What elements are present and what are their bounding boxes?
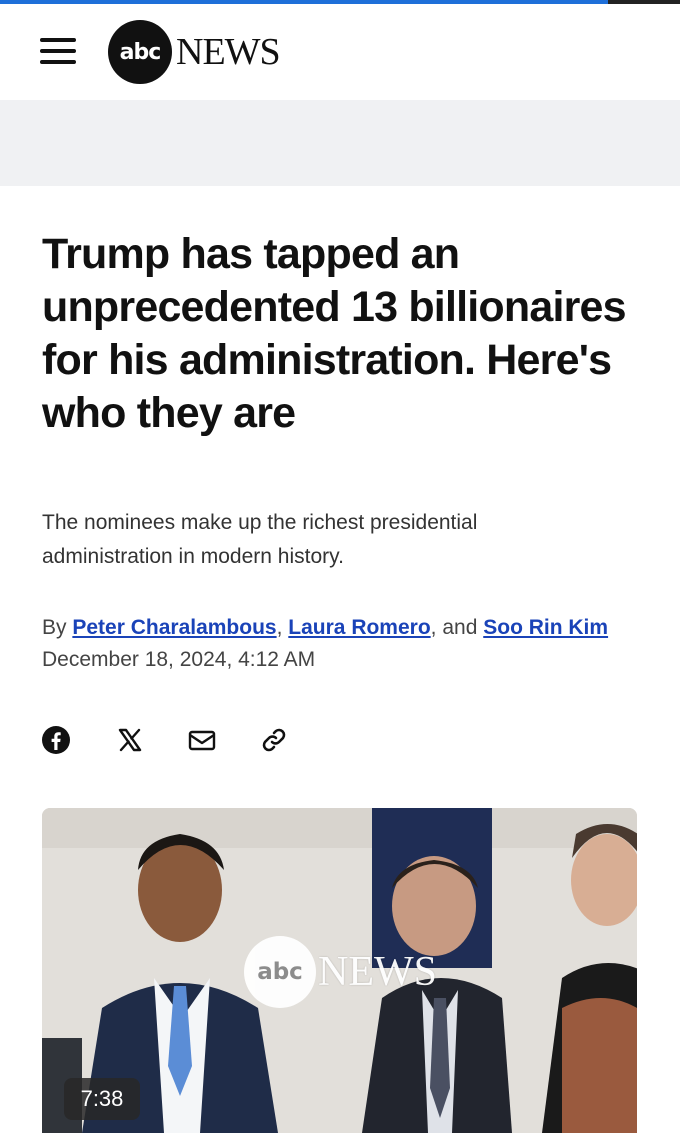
publish-date: December 18, 2024, 4:12 AM	[42, 648, 316, 671]
x-icon[interactable]	[114, 724, 146, 756]
watermark-abc-mark: abc	[244, 936, 316, 1008]
hamburger-menu-icon[interactable]	[40, 38, 76, 66]
watermark-news-word: NEWS	[318, 949, 437, 995]
site-header: abc NEWS	[0, 4, 680, 100]
video-player-thumbnail[interactable]: abc NEWS 7:38	[42, 808, 637, 1133]
author-link[interactable]: Peter Charalambous	[72, 616, 276, 639]
byline-prefix: By	[42, 616, 67, 639]
byline-separator: , and	[430, 616, 478, 639]
article-dek: The nominees make up the richest preside…	[42, 511, 478, 568]
ad-placeholder	[0, 100, 680, 186]
facebook-icon[interactable]	[40, 724, 72, 756]
author-link[interactable]: Soo Rin Kim	[483, 616, 608, 639]
abc-logo-mark: abc	[108, 20, 172, 84]
link-icon[interactable]	[258, 724, 290, 756]
news-wordmark: NEWS	[176, 31, 281, 73]
abc-news-logo[interactable]: abc NEWS	[108, 20, 281, 84]
abc-news-watermark: abc NEWS	[244, 936, 437, 1008]
author-link[interactable]: Laura Romero	[288, 616, 430, 639]
byline: By Peter Charalambous, Laura Romero, and…	[42, 612, 652, 644]
email-icon[interactable]	[186, 724, 218, 756]
video-duration-badge: 7:38	[64, 1078, 140, 1120]
article-headline: Trump has tapped an unprecedented 13 bil…	[42, 230, 627, 437]
byline-separator: ,	[276, 616, 283, 639]
